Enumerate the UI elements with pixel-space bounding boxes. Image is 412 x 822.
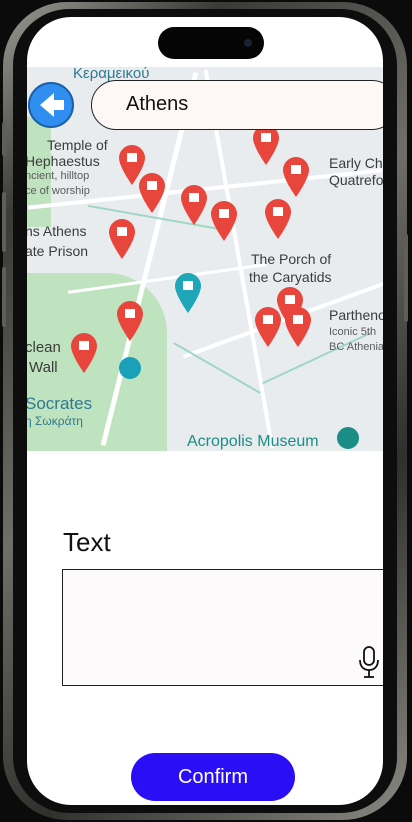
map-label: The Porch of [251, 251, 332, 267]
phone-frame: Κεραμεικού Temple of Hephaestus ncient, … [2, 2, 408, 820]
map-label: ce of worship [27, 185, 90, 197]
map-label: Quatrefoil [329, 172, 383, 188]
power-button [404, 234, 408, 322]
microphone-icon[interactable] [357, 645, 381, 679]
map-label: ns Athens [27, 223, 87, 239]
dynamic-island [158, 27, 264, 59]
map-label: Hephaestus [27, 153, 100, 169]
text-input-area[interactable] [62, 569, 383, 686]
map-label: η Σωκράτη [27, 414, 83, 428]
map-label: Early Chris [329, 155, 383, 171]
map-label: Socrates [27, 394, 93, 413]
map-pin[interactable] [265, 199, 291, 239]
action-button [2, 122, 6, 156]
map-pin[interactable] [109, 219, 135, 259]
map-pin[interactable] [255, 307, 281, 347]
map-pin[interactable] [181, 185, 207, 225]
map-label: ncient, hilltop [27, 170, 90, 182]
map-pin[interactable] [71, 333, 97, 373]
volume-up-button [2, 192, 6, 252]
arrow-left-icon [40, 93, 64, 117]
map-label: ate Prison [27, 243, 89, 259]
map-label: the Caryatids [249, 269, 332, 285]
location-search-input[interactable]: Athens [91, 80, 383, 130]
front-camera [244, 39, 252, 47]
back-button[interactable] [28, 82, 74, 128]
map-label: Wall [29, 359, 58, 376]
map-label: Temple of [47, 137, 108, 153]
map-pin[interactable] [283, 157, 309, 197]
path [173, 342, 261, 394]
text-input-value [63, 570, 383, 582]
screen: Κεραμεικού Temple of Hephaestus ncient, … [27, 17, 383, 805]
text-field-label: Text [63, 527, 111, 557]
map-pin[interactable] [211, 201, 237, 241]
map-pin[interactable] [117, 301, 143, 341]
camera-icon[interactable] [119, 357, 141, 379]
map-pin-teal[interactable] [175, 273, 201, 313]
map-pin[interactable] [253, 125, 279, 165]
map-label: clean [27, 339, 61, 356]
museum-icon[interactable] [337, 427, 359, 449]
map-pin[interactable] [139, 173, 165, 213]
map-label: Parthenon [329, 307, 383, 323]
confirm-button[interactable]: Confirm [131, 753, 295, 801]
volume-down-button [2, 267, 6, 327]
map-pin[interactable] [285, 307, 311, 347]
map-label: Iconic 5th [329, 326, 377, 338]
map-label: BC Athenian [329, 341, 383, 353]
map-label: Acropolis Museum [187, 433, 319, 450]
bezel: Κεραμεικού Temple of Hephaestus ncient, … [13, 9, 397, 813]
